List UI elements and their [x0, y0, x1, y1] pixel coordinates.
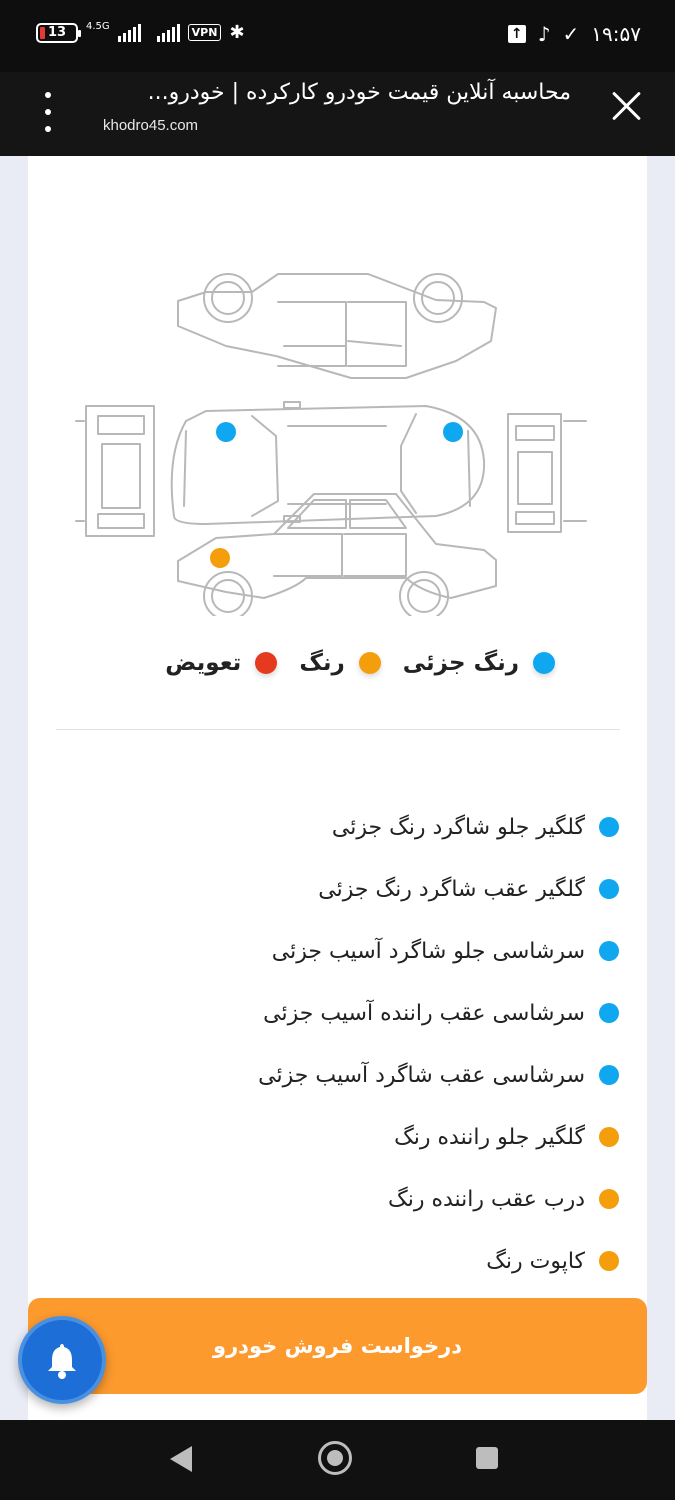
- car-damage-diagram: [75, 273, 587, 616]
- list-bullet: [599, 1003, 619, 1023]
- battery-icon: 13: [36, 22, 81, 43]
- list-item: گلگیر جلو شاگرد رنگ جزئی: [99, 796, 619, 858]
- divider: [56, 729, 620, 730]
- list-bullet: [599, 1251, 619, 1271]
- page-title: محاسبه آنلاین قیمت خودرو کارکرده | خودرو…: [147, 80, 571, 105]
- battery-level: 13: [47, 25, 67, 40]
- list-item: کاپوت رنگ: [99, 1230, 619, 1292]
- check-icon: ✓: [562, 22, 580, 46]
- car-top-view: [170, 401, 486, 525]
- list-item-text: کاپوت رنگ: [486, 1248, 585, 1274]
- list-item-text: گلگیر جلو شاگرد رنگ جزئی: [331, 814, 585, 840]
- list-item: گلگیر جلو راننده رنگ: [99, 1106, 619, 1168]
- list-bullet: [599, 1065, 619, 1085]
- car-front-view: [75, 405, 155, 537]
- page-domain: khodro45.com: [103, 117, 199, 134]
- recent-apps-icon[interactable]: [476, 1447, 498, 1469]
- list-item-text: سرشاسی عقب شاگرد آسیب جزئی: [258, 1062, 585, 1088]
- list-bullet: [599, 817, 619, 837]
- system-nav-bar: [0, 1420, 675, 1500]
- back-icon[interactable]: [170, 1446, 192, 1472]
- legend-item-partial-paint: رنگ جزئی: [403, 650, 555, 676]
- legend-dot-partial-paint: [533, 652, 555, 674]
- damage-list: گلگیر جلو شاگرد رنگ جزئی گلگیر عقب شاگرد…: [99, 796, 619, 1292]
- list-item-text: گلگیر جلو راننده رنگ: [394, 1124, 585, 1150]
- list-item: گلگیر عقب شاگرد رنگ جزئی: [99, 858, 619, 920]
- bluetooth-icon: ✱: [229, 22, 245, 43]
- list-item-text: درب عقب راننده رنگ: [388, 1186, 585, 1212]
- legend-item-replace: تعویض: [165, 650, 278, 676]
- car-top-side-view: [177, 273, 497, 379]
- status-left: 13 4.5G VPN ✱: [36, 20, 245, 43]
- network-type: 4.5G: [86, 20, 110, 32]
- page-content[interactable]: رنگ جزئی رنگ تعویض گلگیر جلو شاگرد رنگ ج…: [0, 156, 675, 1420]
- list-item-text: گلگیر عقب شاگرد رنگ جزئی: [318, 876, 585, 902]
- legend-dot-paint: [358, 652, 381, 674]
- status-bar: 13 4.5G VPN ✱ ↑ ♪ ✓ ۱۹:۵۷: [0, 0, 675, 72]
- more-menu-icon[interactable]: [36, 92, 60, 132]
- signal-icon-2: [156, 23, 180, 42]
- legend-dot-replace: [255, 652, 278, 674]
- list-item: سرشاسی عقب راننده آسیب جزئی: [99, 982, 619, 1044]
- list-bullet: [599, 879, 619, 899]
- damage-dot-passenger-front: [216, 422, 236, 442]
- sell-car-button[interactable]: درخواست فروش خودرو: [28, 1298, 647, 1394]
- damage-dot-passenger-rear: [443, 422, 463, 442]
- home-icon[interactable]: [318, 1441, 352, 1475]
- browser-title-bar: محاسبه آنلاین قیمت خودرو کارکرده | خودرو…: [0, 72, 675, 156]
- list-item: سرشاسی جلو شاگرد آسیب جزئی: [99, 920, 619, 982]
- damage-legend: رنگ جزئی رنگ تعویض: [165, 650, 555, 676]
- signal-icon: [117, 23, 141, 42]
- list-bullet: [599, 1189, 619, 1209]
- list-bullet: [599, 941, 619, 961]
- close-icon[interactable]: [611, 90, 643, 122]
- music-icon: ♪: [537, 22, 551, 46]
- bell-icon: [48, 1344, 76, 1379]
- car-rear-view: [507, 413, 587, 533]
- legend-label: رنگ جزئی: [402, 650, 519, 676]
- list-item: سرشاسی عقب شاگرد آسیب جزئی: [99, 1044, 619, 1106]
- list-item-text: سرشاسی عقب راننده آسیب جزئی: [263, 1000, 585, 1026]
- upload-icon: ↑: [507, 25, 526, 43]
- vpn-icon: VPN: [187, 24, 222, 41]
- legend-item-paint: رنگ: [299, 650, 381, 676]
- legend-label: رنگ: [299, 650, 345, 676]
- damage-dot-hood: [210, 548, 230, 568]
- list-item-text: سرشاسی جلو شاگرد آسیب جزئی: [271, 938, 585, 964]
- list-bullet: [599, 1127, 619, 1147]
- clock: ۱۹:۵۷: [591, 22, 641, 46]
- status-right: ↑ ♪ ✓ ۱۹:۵۷: [507, 22, 641, 46]
- legend-label: تعویض: [165, 650, 242, 676]
- list-item: درب عقب راننده رنگ: [99, 1168, 619, 1230]
- notification-bell-button[interactable]: [18, 1316, 106, 1404]
